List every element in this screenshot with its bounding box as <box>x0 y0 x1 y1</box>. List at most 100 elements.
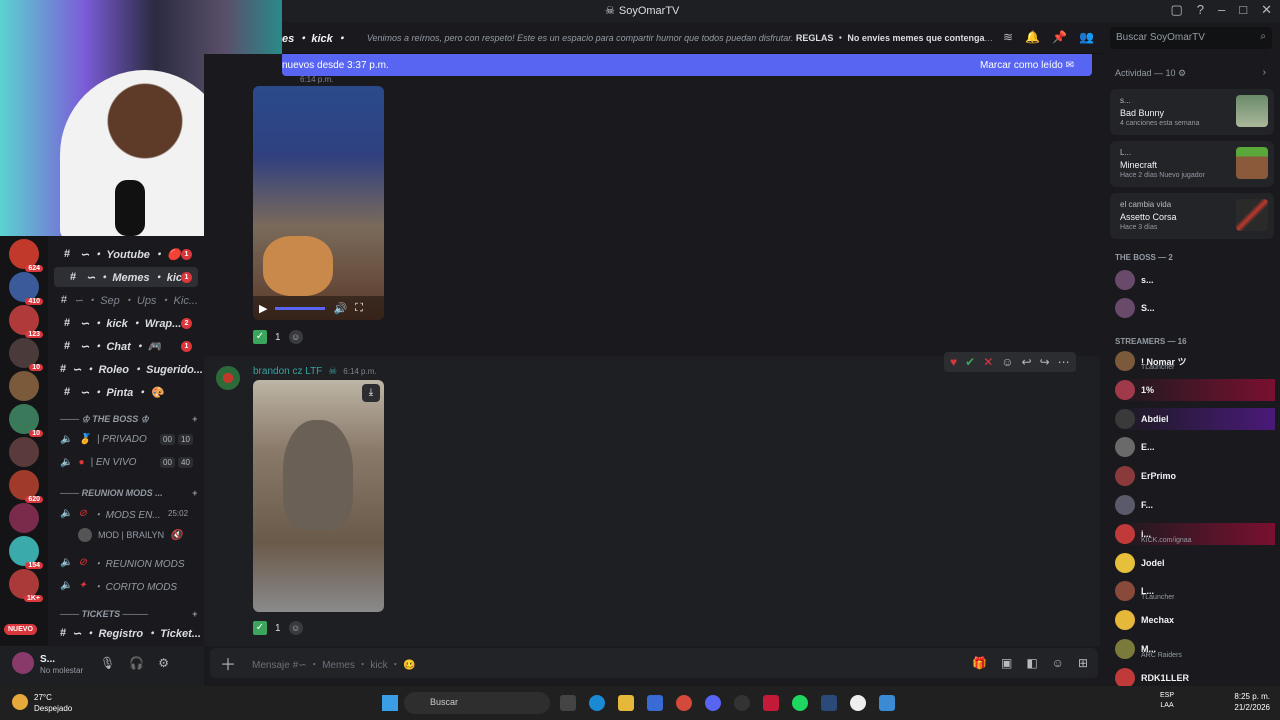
help-icon[interactable]: ? <box>1197 2 1204 18</box>
download-icon[interactable]: ⤓ <box>362 384 380 402</box>
server-icon[interactable]: 10 <box>9 404 43 437</box>
add-reaction-icon[interactable]: ☺ <box>288 330 303 344</box>
member-item[interactable]: M... ARC Raiders <box>1115 638 1275 660</box>
add-channel-icon[interactable]: + <box>192 609 197 619</box>
inbox-icon[interactable]: ▢ <box>1170 2 1182 18</box>
message-composer[interactable]: ＋ Mensaje #∽ ・ Memes ・ kick ・ 🥴 🎁 ▣ ◧ ☺ … <box>210 648 1098 678</box>
forward-icon[interactable]: ↪ <box>1040 355 1050 369</box>
apps-icon[interactable]: ⊞ <box>1078 656 1088 670</box>
volume-icon[interactable]: 🔊 <box>333 302 347 315</box>
server-icon[interactable]: 123 <box>9 305 43 338</box>
activity-card[interactable]: s... Bad Bunny 4 canciones esta semana <box>1110 89 1274 135</box>
member-item[interactable]: i... KICK.com/ignaa <box>1115 522 1275 545</box>
video-attachment[interactable]: ⤓ <box>253 380 384 612</box>
language-indicator[interactable]: ESP LAA <box>1160 691 1174 711</box>
channel-item[interactable]: # ∽ ・ Chat ・ 🎮 1 <box>48 336 198 356</box>
voice-channel-corito-mods[interactable]: 🔈 ✦ ・ CORITO MODS <box>60 578 200 593</box>
discord-icon[interactable] <box>705 695 721 711</box>
acrobat-icon[interactable] <box>763 695 779 711</box>
clock[interactable]: 8:25 p. m. 21/2/2026 <box>1234 691 1270 713</box>
server-icon[interactable] <box>9 371 39 401</box>
channel-item[interactable]: # ∽ ・ kick ・ Wrap... 2 <box>48 313 198 333</box>
taskview-icon[interactable] <box>560 695 576 711</box>
play-icon[interactable]: ▶ <box>259 302 267 315</box>
server-icon[interactable]: 410 <box>9 272 43 305</box>
maximize-button[interactable]: □ <box>1239 2 1247 18</box>
member-item[interactable]: ! Nomar ツ TLauncher <box>1115 350 1275 372</box>
x-reaction-icon[interactable]: ✕ <box>983 355 993 369</box>
app-icon[interactable] <box>879 695 895 711</box>
spotify-icon[interactable] <box>792 695 808 711</box>
check-reaction-icon[interactable]: ✔ <box>965 355 975 369</box>
gear-icon[interactable]: ⚙ <box>1178 68 1186 78</box>
microphone-icon[interactable]: 🎙 <box>100 656 115 670</box>
steam-icon[interactable] <box>821 695 837 711</box>
member-item[interactable]: Abdiel <box>1115 407 1275 430</box>
edge-icon[interactable] <box>589 695 605 711</box>
server-icon[interactable] <box>9 437 39 467</box>
sticker-icon[interactable]: ◧ <box>1026 656 1037 670</box>
bell-icon[interactable]: 🔔 <box>1025 30 1040 44</box>
folder-icon[interactable] <box>618 695 634 711</box>
server-icon[interactable]: 154 <box>9 536 43 569</box>
activity-card[interactable]: el cambia vida Assetto Corsa Hace 3 días <box>1110 193 1274 239</box>
voice-channel-reunion-mods[interactable]: 🔈 ⊘ ・ REUNION MODS <box>60 555 200 570</box>
minimize-button[interactable]: – <box>1218 2 1225 18</box>
add-reaction-icon[interactable]: ☺ <box>1001 355 1013 369</box>
category-reunion-mods[interactable]: ─── REUNION MODS ... + <box>60 488 197 498</box>
activity-card[interactable]: L... Minecraft Hace 2 días Nuevo jugador <box>1110 141 1274 187</box>
member-item[interactable]: Jodel <box>1115 552 1275 574</box>
close-button[interactable]: ✕ <box>1261 2 1272 18</box>
chevron-right-icon[interactable]: › <box>1263 67 1266 78</box>
member-item[interactable]: S... <box>1115 297 1275 319</box>
chrome-icon[interactable] <box>676 695 692 711</box>
voice-channel-mods-en[interactable]: 🔈 ⊘ ・ MODS EN... 25:02 <box>60 506 200 521</box>
channel-registro[interactable]: # ∽ ・ Registro ・ Ticket... <box>48 623 201 643</box>
member-item[interactable]: E... <box>1115 436 1275 458</box>
check-reaction[interactable]: ✓ <box>253 330 267 344</box>
add-channel-icon[interactable]: + <box>192 414 197 424</box>
channel-item[interactable]: # ∽ ・ Pinta ・ 🎨 <box>48 382 198 402</box>
weather-icon[interactable] <box>12 694 28 710</box>
search-input[interactable]: Buscar SoyOmarTV ⌕ <box>1110 27 1272 49</box>
gift-icon[interactable]: 🎁 <box>972 656 987 670</box>
voice-channel-privado[interactable]: 🔈 🏅 | PRIVADO 00 10 <box>60 434 200 445</box>
channel-item[interactable]: # ∽ ・ Youtube ・ 🔴 1 <box>48 244 198 264</box>
weather-widget[interactable]: 27°C Despejado <box>34 692 72 714</box>
taskbar-search[interactable]: Buscar <box>404 692 550 714</box>
server-icon[interactable] <box>9 503 39 533</box>
server-icon[interactable]: 1K+ <box>9 569 43 602</box>
more-icon[interactable]: ⋯ <box>1058 355 1070 369</box>
category-the-boss[interactable]: ─── ♔ THE BOSS ♔ + <box>60 414 197 425</box>
member-item[interactable]: s... <box>1115 269 1275 291</box>
fullscreen-icon[interactable]: ⛶ <box>355 302 363 315</box>
add-reaction-icon[interactable]: ☺ <box>288 621 303 635</box>
member-item[interactable]: 1% <box>1115 378 1275 401</box>
check-reaction[interactable]: ✓ <box>253 621 267 635</box>
avatar[interactable] <box>216 366 240 390</box>
server-icon[interactable]: 620 <box>9 470 43 503</box>
member-item[interactable]: F... <box>1115 494 1275 516</box>
gear-icon[interactable]: ⚙ <box>158 656 169 670</box>
category-tickets[interactable]: ─── TICKETS ──── + <box>60 609 197 619</box>
obs-icon[interactable] <box>734 695 750 711</box>
channel-item[interactable]: # ∽ ・ Memes ・ kic... 1 <box>54 267 198 287</box>
new-messages-bar[interactable]: nuevos desde 3:37 p.m. Marcar como leído… <box>282 54 1092 76</box>
threads-icon[interactable]: ≋ <box>1003 30 1013 44</box>
video-attachment[interactable]: ▶ 🔊 ⛶ <box>253 86 384 320</box>
progress-bar[interactable] <box>275 306 326 310</box>
reply-icon[interactable]: ↩ <box>1022 355 1032 369</box>
app-icon[interactable] <box>850 695 866 711</box>
attach-icon[interactable]: ＋ <box>210 651 246 675</box>
member-item[interactable]: L... TLauncher <box>1115 580 1275 602</box>
member-item[interactable]: RDK1LLER <box>1115 667 1275 686</box>
member-item[interactable]: Mechax <box>1115 609 1275 631</box>
pin-icon[interactable]: 📌 <box>1052 30 1067 44</box>
members-icon[interactable]: 👥 <box>1079 30 1094 44</box>
channel-topic[interactable]: Venimos a reírnos, pero con respeto! Est… <box>367 31 997 44</box>
server-icon[interactable]: 10 <box>9 338 43 371</box>
voice-user-mod-brailyn[interactable]: MOD | BRAILYN 🔇 <box>78 528 218 542</box>
start-button[interactable] <box>382 695 398 711</box>
channel-item[interactable]: # ∽ ・ Roleo ・ Sugerido... <box>48 359 203 379</box>
channel-item[interactable]: # ∽ ・ Sep ・ Ups ・ Kic... <box>48 290 198 310</box>
